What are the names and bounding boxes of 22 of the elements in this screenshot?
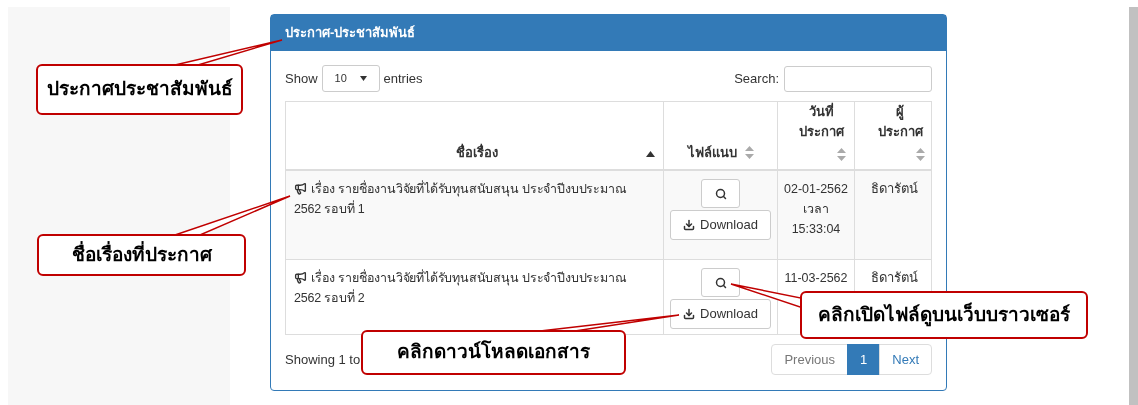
column-header[interactable]: วันที่ประกาศ <box>777 102 854 169</box>
entries-label: entries <box>383 69 423 88</box>
author-text: ธิดารัตน์ <box>870 270 918 285</box>
panel-title: ประกาศ-ประชาสัมพันธ์ <box>285 24 416 43</box>
download-button[interactable]: Download <box>670 210 771 240</box>
column-header[interactable]: ชื่อเรื่อง <box>286 102 663 169</box>
author-text: ธิดารัตน์ <box>870 181 918 196</box>
announcement-title: เรื่อง รายชื่องานวิจัยที่ได้รับทุนสนับสนุน ประจำปีงบประมาณ 2562 รอบที่ 1 <box>294 182 627 216</box>
column-header[interactable]: ไฟล์แนบ <box>663 102 777 169</box>
announcement-title: เรื่อง รายชื่องานวิจัยที่ได้รับทุนสนับสนุน ประจำปีงบประมาณ 2562 รอบที่ 2 <box>294 271 627 305</box>
callout-label: ชื่อเรื่องที่ประกาศ <box>37 234 246 276</box>
download-button[interactable]: Download <box>670 299 771 329</box>
column-header[interactable]: ผู้ประกาศ <box>854 102 933 169</box>
pagination-button[interactable]: Next <box>879 344 932 375</box>
pagination-button[interactable]: 1 <box>847 344 881 375</box>
date-text: 11-03-2562 <box>784 271 848 285</box>
entries-select[interactable]: 10 <box>321 65 380 92</box>
date-text: 02-01-2562 เวลา 15:33:04 <box>784 182 848 236</box>
table-info: Showing 1 to <box>285 350 361 369</box>
show-label: Show <box>285 69 318 88</box>
search-label: Search: <box>734 69 779 88</box>
callout-label: คลิกเปิดไฟล์ดูบนเว็บบราวเซอร์ <box>800 291 1088 339</box>
